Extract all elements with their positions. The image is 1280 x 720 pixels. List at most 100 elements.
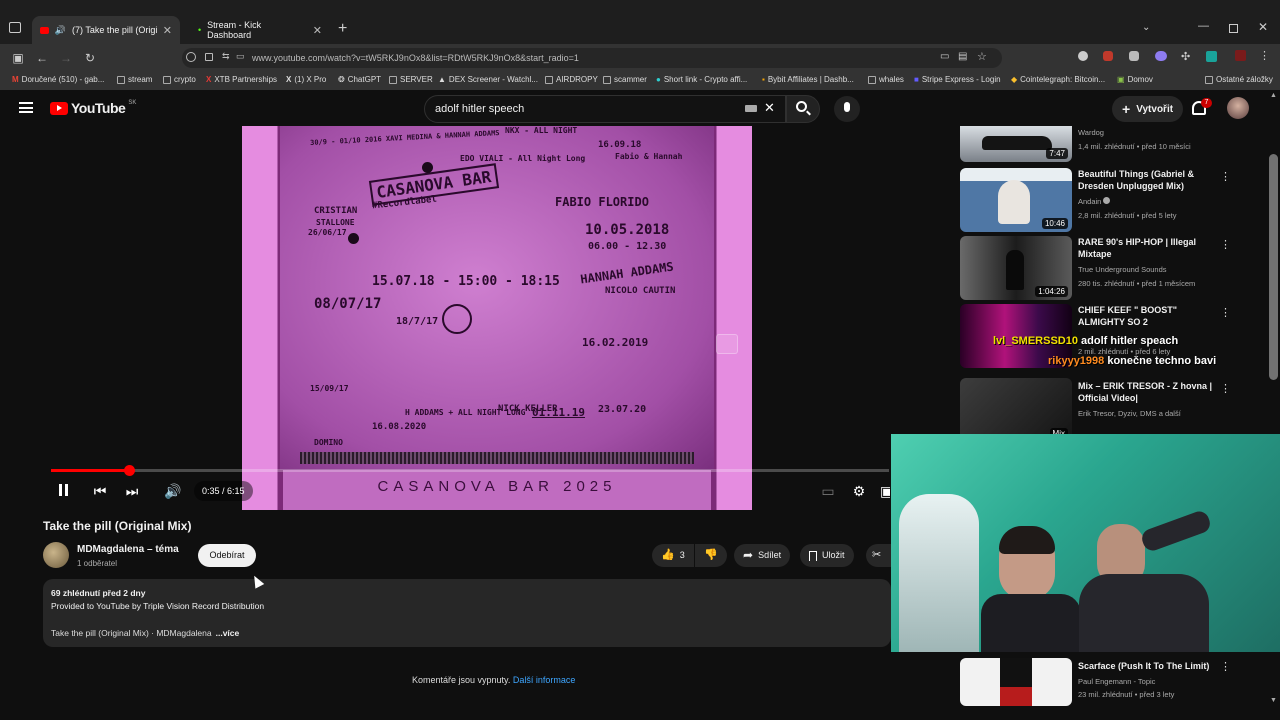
video-title[interactable]: Scarface (Push It To The Limit) [1078, 660, 1226, 672]
clip-button[interactable]: ✂ [866, 544, 891, 567]
recommended-video[interactable]: Scarface (Push It To The Limit) Paul Eng… [960, 658, 1260, 706]
keyboard-icon[interactable] [745, 105, 757, 112]
progress-scrubber[interactable] [124, 465, 136, 476]
channel-name[interactable]: Erik Tresor, Dyziv, DMS a další [1078, 409, 1181, 418]
back-icon[interactable]: ← [34, 50, 50, 66]
minimize-window-icon[interactable]: — [1198, 20, 1209, 32]
site-info-icon[interactable] [186, 52, 196, 62]
recommended-video[interactable]: Mix Mix – ERIK TRESOR - Z hovna | Offici… [960, 378, 1260, 442]
sidebar-toggle-icon[interactable]: ▣ [10, 50, 26, 66]
bookmark-item[interactable]: ▣ Domov [1117, 75, 1153, 84]
more-actions-icon[interactable]: ⋮ [1220, 170, 1231, 183]
close-tab-icon[interactable]: ✕ [313, 24, 322, 37]
voice-search-button[interactable] [834, 96, 860, 122]
channel-name[interactable]: Andain [1078, 197, 1111, 206]
more-info-link[interactable]: Další informace [513, 675, 576, 685]
bookmark-item[interactable]: ● Short link - Crypto affi... [656, 75, 747, 84]
extension-icon[interactable] [1206, 51, 1217, 62]
recommended-video[interactable]: 10:46 Beautiful Things (Gabriel & Dresde… [960, 168, 1260, 232]
miniplayer-icon[interactable]: ▣ [880, 482, 890, 500]
account-avatar[interactable] [1227, 97, 1249, 119]
video-thumbnail[interactable] [960, 658, 1072, 706]
clear-search-icon[interactable]: ✕ [764, 100, 775, 116]
bookmark-item[interactable]: ■ Stripe Express - Login [914, 75, 1001, 84]
close-window-icon[interactable]: ✕ [1258, 20, 1268, 34]
channel-name[interactable]: Paul Engemann - Topic [1078, 677, 1155, 686]
hamburger-menu-icon[interactable] [19, 102, 33, 113]
previous-button[interactable]: ⏮ [92, 482, 108, 500]
bookmark-item[interactable]: ▪ Bybit Affiliates | Dashb... [762, 75, 854, 84]
search-button[interactable] [786, 95, 820, 123]
description-box[interactable]: 69 zhlédnutí před 2 dny Provided to YouT… [43, 579, 891, 647]
recommended-video[interactable]: 1:04:26 RARE 90's HIP-HOP | Illegal Mixt… [960, 236, 1260, 300]
tab-list-icon[interactable] [9, 22, 21, 33]
share-button[interactable]: ➦ Sdílet [734, 544, 791, 567]
bookmark-item[interactable]: scammer [603, 75, 647, 84]
channel-name[interactable]: True Underground Sounds [1078, 265, 1167, 274]
bookmark-item[interactable]: whales [868, 75, 904, 84]
bookmark-item[interactable]: Ostatné záložky [1205, 75, 1273, 84]
video-thumbnail[interactable]: 7:47 [960, 126, 1072, 162]
page-scrollbar[interactable] [1269, 154, 1278, 380]
expand-overlay-icon[interactable] [716, 334, 738, 354]
subtitles-icon[interactable]: ▭ [820, 482, 836, 500]
bookmark-item[interactable]: ❂ ChatGPT [338, 75, 381, 84]
forward-icon[interactable]: → [58, 50, 74, 66]
address-bar[interactable]: www.youtube.com/watch?v=tW5RKJ9nOx8&list… [182, 48, 1002, 68]
profile-extension-icon[interactable] [1235, 50, 1246, 61]
more-actions-icon[interactable]: ⋮ [1220, 306, 1231, 319]
progress-bar-track[interactable] [51, 469, 889, 472]
video-thumbnail[interactable]: 10:46 [960, 168, 1072, 232]
subscribe-button[interactable]: Odebírat [198, 544, 256, 567]
youtube-logo[interactable]: YouTube SK [50, 100, 136, 116]
video-thumbnail[interactable]: Mix [960, 378, 1072, 442]
bookmark-star-icon[interactable]: ☆ [977, 50, 987, 63]
video-title[interactable]: RARE 90's HIP-HOP | Illegal Mixtape [1078, 236, 1226, 260]
tab-kick[interactable]: • Stream - Kick Dashboard ✕ [190, 16, 330, 44]
bookmark-item[interactable]: SERVER [389, 75, 433, 84]
next-button[interactable]: ⏭ [124, 482, 140, 500]
bookmark-item[interactable]: crypto [163, 75, 196, 84]
like-button[interactable]: 👍 3 [652, 544, 694, 567]
more-actions-icon[interactable]: ⋮ [1220, 660, 1231, 673]
bookmark-item[interactable]: stream [117, 75, 152, 84]
video-thumbnail[interactable]: 1:04:26 [960, 236, 1072, 300]
reload-icon[interactable]: ↻ [82, 50, 98, 66]
settings-gear-icon[interactable]: ⚙ [850, 482, 868, 500]
search-input[interactable]: adolf hitler speech [424, 95, 786, 123]
tab-youtube[interactable]: 🔊 (7) Take the pill (Original Mi ✕ [32, 16, 180, 44]
more-actions-icon[interactable]: ⋮ [1220, 238, 1231, 251]
recommended-video[interactable]: 7:47 Wardog 1,4 mil. zhlédnutí • před 10… [960, 126, 1260, 162]
restore-window-icon[interactable] [1229, 24, 1238, 33]
browser-menu-icon[interactable]: ⋮ [1259, 49, 1270, 62]
show-more-link[interactable]: ...více [216, 628, 240, 638]
pip-icon[interactable]: ▤ [958, 51, 967, 62]
extension-icon[interactable] [1078, 51, 1088, 61]
pause-button[interactable] [56, 482, 70, 500]
bookmark-item[interactable]: ◆ Cointelegraph: Bitcoin... [1011, 75, 1105, 84]
extension-icon[interactable] [1155, 51, 1167, 61]
video-title[interactable]: Beautiful Things (Gabriel & Dresden Unpl… [1078, 168, 1226, 192]
permissions-icon[interactable]: ⇆ [222, 51, 230, 62]
cast-icon[interactable]: ▭ [940, 51, 949, 62]
dislike-button[interactable]: 👎 [695, 544, 727, 567]
video-title[interactable]: CHIEF KEEF " BOOST" ALMIGHTY SO 2 [1078, 304, 1226, 328]
channel-avatar[interactable] [43, 542, 69, 568]
bookmark-item[interactable]: M Doručené (510) - gab... [12, 75, 104, 84]
video-title[interactable]: Mix – ERIK TRESOR - Z hovna | Official V… [1078, 380, 1226, 404]
extension-icon[interactable] [1129, 51, 1139, 61]
channel-name[interactable]: MDMagdalena – téma [77, 544, 179, 555]
create-button[interactable]: + Vytvořit [1112, 96, 1184, 122]
bookmark-item[interactable]: X (1) X Pro [286, 75, 326, 84]
close-tab-icon[interactable]: ✕ [163, 24, 172, 37]
extension-icon[interactable] [1103, 51, 1113, 61]
bookmark-item[interactable]: AIRDROPY [545, 75, 598, 84]
volume-button[interactable]: 🔊 [164, 482, 182, 500]
extensions-puzzle-icon[interactable]: ✣ [1181, 50, 1190, 63]
tab-search-icon[interactable]: ⌄ [1142, 22, 1150, 33]
save-button[interactable]: Uložit [800, 544, 854, 567]
new-tab-icon[interactable]: + [338, 20, 347, 38]
bookmark-item[interactable]: ▲ DEX Screener - Watchl... [438, 75, 538, 84]
channel-name[interactable]: Wardog [1078, 128, 1104, 137]
bookmark-item[interactable]: X XTB Partnerships [206, 75, 277, 84]
